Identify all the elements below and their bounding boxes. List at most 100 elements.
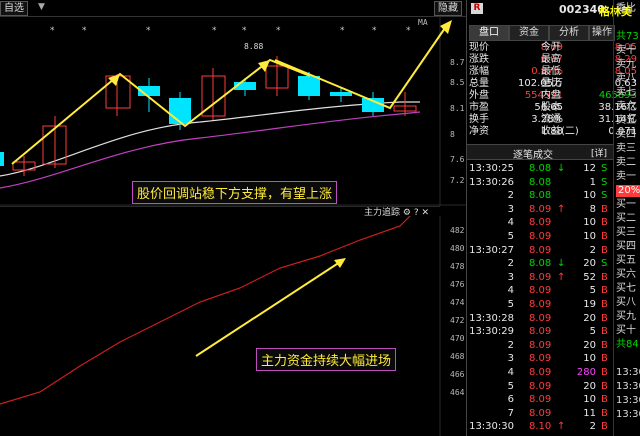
main-force-chart[interactable] [0,216,466,436]
tick-volume: 20 [583,381,596,392]
tick-volume: 2 [589,245,596,256]
tick-row[interactable]: 3 8.09 ↑ 52 B [467,272,614,284]
tick-volume: 1 [589,177,596,188]
tick-time: 5 [507,299,514,310]
tick-time: 3 [507,272,514,283]
tick-time: 13:30:28 [469,313,514,324]
tick-side: B [601,394,608,405]
tick-price: 8.09 [529,367,552,378]
event-marker[interactable]: * [406,26,411,36]
ticks-detail-link[interactable]: [详] [591,146,607,159]
tick-price: 8.09 [529,353,552,364]
tick-time: 13:30:26 [469,177,514,188]
tick-time: 5 [507,381,514,392]
tick-price: 8.09 [529,245,552,256]
event-marker[interactable]: * [146,26,151,36]
quote-label: 现价 [469,42,489,53]
tick-price: 8.09 [529,408,552,419]
tick-row[interactable]: 5 8.09 19 B [467,299,614,311]
main-force-line [0,216,411,405]
indicator-tick: 480 [450,244,465,253]
tick-row[interactable]: 3 8.09 10 B [467,353,614,365]
indicator-tick: 478 [450,262,465,271]
quote-label: 量比 [541,78,561,89]
tick-time: 6 [507,394,514,405]
order-book-label: 买七 [616,283,636,294]
quote-label: 涨跌 [469,54,489,65]
order-book-label: 卖五 [616,115,636,126]
event-marker[interactable]: * [276,26,281,36]
tick-volume: 8 [589,204,596,215]
tick-arrow: ↑ [557,272,566,283]
tick-side: B [601,285,608,296]
tick-row[interactable]: 13:30:27 8.09 2 B [467,245,614,257]
order-book-label: 卖七 [616,87,636,98]
tick-row[interactable]: 4 8.09 280 B [467,367,614,379]
price-tick: 7.6 [450,155,465,164]
quote-label: 内盘 [541,90,561,101]
event-marker[interactable]: * [242,26,247,36]
tick-volume: 10 [583,217,596,228]
tick-side: B [601,217,608,228]
tick-row[interactable]: 2 8.08 10 S [467,190,614,202]
order-book-label: 卖一 [616,171,636,182]
tick-side: B [601,204,608,215]
indicator-tick: 468 [450,352,465,361]
tick-side: S [601,258,608,269]
tick-row[interactable]: 13:30:26 8.08 1 S [467,177,614,189]
watchlist-button[interactable]: 自选 [0,1,28,16]
tick-arrow: ↑ [557,204,566,215]
tick-row[interactable]: 3 8.09 ↑ 8 B [467,204,614,216]
tick-time: 2 [507,258,514,269]
tick-row[interactable]: 4 8.09 10 B [467,217,614,229]
quote-label: 涨幅 [469,66,489,77]
tab-operation[interactable]: 操作 [589,25,615,41]
tick-side: B [601,245,608,256]
order-book-label: 委比 [616,3,636,14]
tick-volume: 11 [583,408,596,419]
quote-label: 收益(二) [541,126,579,137]
tick-row[interactable]: 6 8.09 10 B [467,394,614,406]
tab-funds[interactable]: 资金 [509,25,549,41]
tick-price: 8.09 [529,381,552,392]
tick-row[interactable]: 13:30:30 8.10 ↑ 2 B [467,421,614,433]
tick-row[interactable]: 7 8.09 11 B [467,408,614,420]
tick-row[interactable]: 13:30:29 8.09 5 B [467,326,614,338]
tick-time: 3 [507,353,514,364]
tick-row[interactable]: 2 8.08 ↓ 20 S [467,258,614,270]
tick-row[interactable]: 4 8.09 5 B [467,285,614,297]
event-marker[interactable]: * [372,26,377,36]
price-tick: 8 [450,130,455,139]
tick-row[interactable]: 5 8.09 10 B [467,231,614,243]
stock-badge: R [471,3,483,14]
event-marker[interactable]: * [50,26,55,36]
hide-button[interactable]: 隐藏 [434,1,462,16]
tick-row[interactable]: 13:30:25 8.08 ↓ 12 S [467,163,614,175]
ticks-title: 逐笔成交 [513,150,553,161]
tick-volume: 19 [583,299,596,310]
tick-arrow: ↓ [557,258,566,269]
event-marker[interactable]: * [82,26,87,36]
kline-chart-area[interactable]: 自选 ▼ 隐藏 * * * * * * * * * 8.88 MA 8.7 8.… [0,0,466,436]
tick-row[interactable]: 5 8.09 20 B [467,381,614,393]
quote-label: 总量 [469,78,489,89]
tick-row[interactable]: 13:30:28 8.09 20 B [467,313,614,325]
chevron-down-icon[interactable]: ▼ [38,2,45,12]
indicator-tick: 476 [450,280,465,289]
candle [0,152,4,166]
tab-order-book[interactable]: 盘口 [469,25,509,41]
quote-label: 流通 [541,114,561,125]
tick-price: 8.09 [529,217,552,228]
price-tick: 8.1 [450,104,465,113]
tick-row[interactable]: 2 8.09 20 B [467,340,614,352]
quote-label: 最低 [541,66,561,77]
event-marker[interactable]: * [340,26,345,36]
candle [105,75,131,109]
order-book-label: 买四 [616,241,636,252]
tick-time: 7 [507,408,514,419]
candlestick-chart[interactable] [0,16,466,206]
event-marker[interactable]: * [212,26,217,36]
tick-volume: 12 [583,163,596,174]
tab-analysis[interactable]: 分析 [549,25,589,41]
tick-side: B [601,299,608,310]
